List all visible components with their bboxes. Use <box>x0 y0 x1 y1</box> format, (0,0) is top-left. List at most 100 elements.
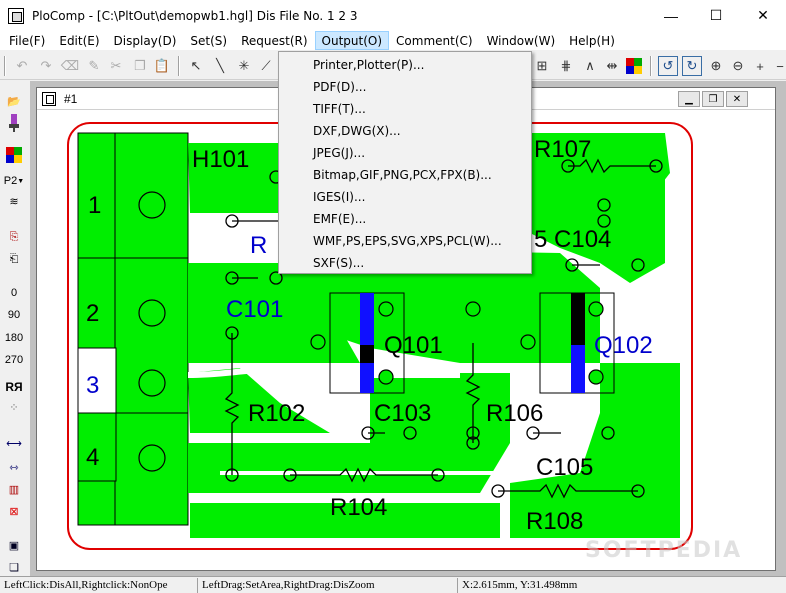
label-r107: R107 <box>534 136 591 163</box>
dots-grid-icon[interactable]: ⁘ <box>3 397 25 417</box>
label-c105: C105 <box>536 454 593 481</box>
dimension-icon[interactable]: ⋕ <box>556 56 576 76</box>
angle-180[interactable]: 180 <box>2 332 26 344</box>
q101-body <box>360 293 374 393</box>
layer-selector[interactable]: P2 ▼ <box>3 171 25 191</box>
watermark-text: SOFTPEDIA <box>585 538 743 563</box>
menu-item-printer-plotter[interactable]: Printer,Plotter(P)... <box>279 54 531 76</box>
menu-comment[interactable]: Comment(C) <box>389 31 480 50</box>
status-mouse-hint: LeftClick:DisAll,Rightclick:NonOpe <box>0 578 198 593</box>
drawing-window-title: #1 <box>64 91 78 106</box>
layers-icon[interactable]: ≋ <box>3 191 25 211</box>
maximize-button[interactable]: ☐ <box>693 0 739 31</box>
angle-270[interactable]: 270 <box>2 354 26 366</box>
copy-icon[interactable]: ❐ <box>130 56 150 76</box>
label-pin2: 2 <box>86 300 99 327</box>
label-c103: C103 <box>374 400 431 427</box>
zoom-all-icon[interactable]: ⊖ <box>728 56 748 76</box>
close-button[interactable]: ✕ <box>740 0 786 31</box>
pen-icon[interactable]: ✎ <box>84 56 104 76</box>
label-r104: R104 <box>330 494 387 521</box>
mirror-button[interactable]: RЯ <box>3 377 25 397</box>
document-icon <box>42 91 56 106</box>
toolbar-separator-2 <box>650 56 652 76</box>
cascade-icon[interactable]: ❏ <box>3 557 25 577</box>
rotate-right-icon[interactable]: ↻ <box>682 56 702 76</box>
menu-item-iges[interactable]: IGES(I)... <box>279 186 531 208</box>
palette-icon[interactable] <box>624 56 644 76</box>
label-h101: H101 <box>192 146 249 173</box>
label-pin4: 4 <box>86 444 99 471</box>
hatch-icon[interactable]: ⊠ <box>3 501 25 521</box>
label-r106: R106 <box>486 400 543 427</box>
menu-item-tiff[interactable]: TIFF(T)... <box>279 98 531 120</box>
window-title: PloComp - [C:\PltOut\demopwb1.hgl] Dis F… <box>32 8 358 23</box>
minimize-button[interactable]: — <box>648 0 694 31</box>
menu-edit[interactable]: Edit(E) <box>52 31 106 50</box>
copy-layer-icon[interactable]: ⎘ <box>3 227 25 247</box>
app-icon[interactable] <box>8 7 24 24</box>
menu-item-pdf[interactable]: PDF(D)... <box>279 76 531 98</box>
status-coordinates: X:2.615mm, Y:31.498mm <box>462 579 578 591</box>
menu-item-sxf[interactable]: SXF(S)... <box>279 252 531 274</box>
menu-window[interactable]: Window(W) <box>480 31 563 50</box>
angle-90[interactable]: 90 <box>2 309 26 321</box>
window-icon[interactable]: ▣ <box>3 535 25 555</box>
label-r108: R108 <box>526 508 583 535</box>
angle-0[interactable]: 0 <box>2 287 26 299</box>
menu-display[interactable]: Display(D) <box>107 31 184 50</box>
angle-icon[interactable]: ∧ <box>580 56 600 76</box>
polyline-icon[interactable]: ⟋ <box>256 56 276 76</box>
zoom-out-icon[interactable]: − <box>770 56 786 76</box>
child-close-button[interactable]: ✕ <box>726 91 748 107</box>
menu-output[interactable]: Output(O) <box>314 31 390 50</box>
menu-help[interactable]: Help(H) <box>562 31 622 50</box>
status-bar: LeftClick:DisAll,Rightclick:NonOpe LeftD… <box>0 576 786 593</box>
zoom-in-icon[interactable]: + <box>750 56 770 76</box>
cut-icon[interactable]: ✂ <box>106 56 126 76</box>
menu-item-dxf-dwg[interactable]: DXF,DWG(X)... <box>279 120 531 142</box>
cross-line-icon[interactable]: ✳ <box>234 56 254 76</box>
menu-item-bitmap[interactable]: Bitmap,GIF,PNG,PCX,FPX(B)... <box>279 164 531 186</box>
redo-icon[interactable]: ↷ <box>36 56 56 76</box>
select-arrow-icon[interactable]: ↖ <box>186 56 206 76</box>
height-arrows-icon[interactable]: ⇿ <box>3 457 25 477</box>
label-pin1: 1 <box>88 192 101 219</box>
erase-icon[interactable]: ⌫ <box>60 56 80 76</box>
grid-icon[interactable]: ⊞ <box>532 56 552 76</box>
mirror-label: RЯ <box>5 380 23 394</box>
paste-icon[interactable]: 📋 <box>152 56 172 76</box>
width-arrows-icon[interactable]: ⟷ <box>3 433 25 453</box>
status-drag-hint: LeftDrag:SetArea,RightDrag:DisZoom <box>198 578 458 593</box>
output-menu-dropdown: Printer,Plotter(P)... PDF(D)... TIFF(T).… <box>278 51 532 274</box>
label-c104: 5 C104 <box>534 226 611 253</box>
child-minimize-button[interactable]: ▁ <box>678 91 700 107</box>
toolbar-separator <box>178 56 180 76</box>
menu-request[interactable]: Request(R) <box>234 31 314 50</box>
label-r102: R102 <box>248 400 305 427</box>
paste-layer-icon[interactable]: ⎗ <box>3 249 25 269</box>
pattern-icon[interactable]: ▥ <box>3 479 25 499</box>
label-q101: Q101 <box>384 332 443 359</box>
menu-bar: File(F) Edit(E) Display(D) Set(S) Reques… <box>0 31 786 51</box>
label-q102: Q102 <box>594 332 653 359</box>
label-c101: C101 <box>226 296 283 323</box>
menu-item-jpeg[interactable]: JPEG(J)... <box>279 142 531 164</box>
title-bar: PloComp - [C:\PltOut\demopwb1.hgl] Dis F… <box>0 0 786 31</box>
menu-set[interactable]: Set(S) <box>183 31 234 50</box>
child-restore-button[interactable]: ❐ <box>702 91 724 107</box>
menu-item-wmf-ps[interactable]: WMF,PS,EPS,SVG,XPS,PCL(W)... <box>279 230 531 252</box>
chevron-down-icon: ▼ <box>17 177 25 185</box>
measure-icon[interactable]: ⇹ <box>602 56 622 76</box>
pin-icon[interactable] <box>3 113 25 133</box>
menu-item-emf[interactable]: EMF(E)... <box>279 208 531 230</box>
menu-file[interactable]: File(F) <box>2 31 52 50</box>
undo-icon[interactable]: ↶ <box>12 56 32 76</box>
rotate-left-icon[interactable]: ↺ <box>658 56 678 76</box>
toolbar-grip <box>4 56 6 76</box>
copper-pour-bottom-left <box>188 443 400 493</box>
zoom-window-icon[interactable]: ⊕ <box>706 56 726 76</box>
color-grid-icon[interactable] <box>3 145 25 165</box>
open-folder-icon[interactable]: 📂 <box>3 91 25 111</box>
line-icon[interactable]: ╲ <box>210 56 230 76</box>
